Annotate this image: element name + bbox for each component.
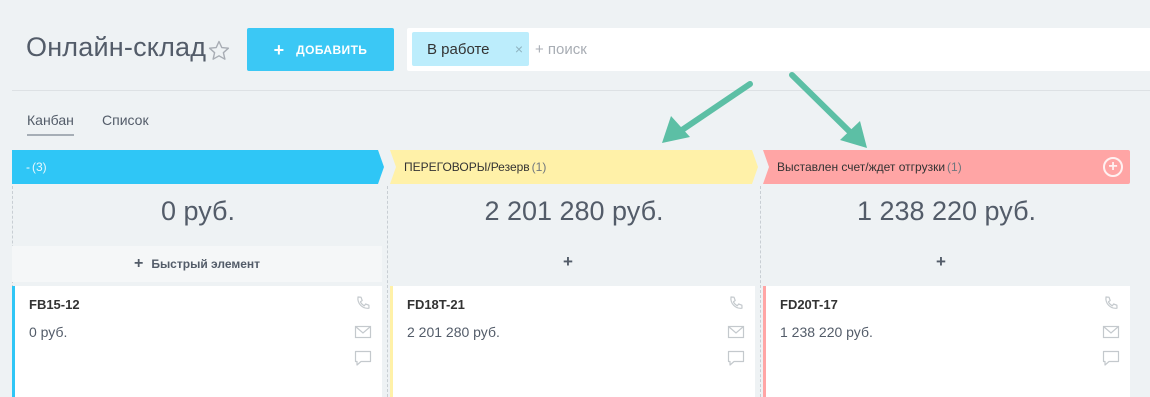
mail-icon[interactable] xyxy=(727,323,745,341)
quick-add-button[interactable]: + Быстрый элемент xyxy=(12,246,382,282)
phone-icon[interactable] xyxy=(1102,295,1120,313)
card-title[interactable]: FB15-12 xyxy=(29,297,80,312)
card-sum: 0 руб. xyxy=(29,324,68,340)
column-header-negotiation[interactable]: ПЕРЕГОВОРЫ/Резерв (1) xyxy=(390,150,758,184)
tab-list[interactable]: Список xyxy=(102,112,149,128)
quick-add-label: Быстрый элемент xyxy=(151,257,261,271)
add-item-button[interactable]: + xyxy=(926,252,956,278)
column-total: 1 238 220 руб. xyxy=(856,196,1037,226)
kanban-card[interactable]: FD20T-17 1 238 220 руб. xyxy=(763,286,1130,397)
filter-tag-label: В работе xyxy=(427,40,490,58)
mail-icon[interactable] xyxy=(354,323,372,341)
arrow-annotation-left xyxy=(662,81,753,143)
phone-icon[interactable] xyxy=(727,295,745,313)
header-divider xyxy=(12,90,1150,91)
column-header-invoiced[interactable]: Выставлен счет/ждет отгрузки (1) + xyxy=(763,150,1130,184)
plus-icon: + xyxy=(273,39,285,60)
column-title: - xyxy=(26,160,30,174)
card-sum: 2 201 280 руб. xyxy=(407,324,500,340)
column-count: (1) xyxy=(947,160,962,174)
add-button[interactable]: + ДОБАВИТЬ xyxy=(247,28,394,71)
page-header: Онлайн-склад + ДОБАВИТЬ В работе × xyxy=(0,0,1150,90)
card-title[interactable]: FD18T-21 xyxy=(407,297,465,312)
search-input[interactable] xyxy=(535,37,935,61)
column-separator xyxy=(760,186,761,397)
card-title[interactable]: FD20T-17 xyxy=(780,297,838,312)
column-count: (1) xyxy=(531,160,547,174)
close-icon[interactable]: × xyxy=(515,41,523,57)
star-icon[interactable] xyxy=(207,39,231,63)
column-separator xyxy=(387,186,388,397)
card-sum: 1 238 220 руб. xyxy=(780,324,873,340)
column-count: (3) xyxy=(32,160,47,174)
column-title: Выставлен счет/ждет отгрузки xyxy=(777,160,946,174)
chat-icon[interactable] xyxy=(354,349,372,367)
filter-search-box[interactable]: В работе × xyxy=(407,28,1150,71)
kanban-card[interactable]: FD18T-21 2 201 280 руб. xyxy=(390,286,755,397)
column-header-new[interactable]: - (3) xyxy=(12,150,384,184)
column-total: 2 201 280 руб. xyxy=(484,196,664,226)
kanban-card[interactable]: FB15-12 0 руб. xyxy=(12,286,382,397)
add-column-icon[interactable]: + xyxy=(1103,157,1123,177)
chat-icon[interactable] xyxy=(727,349,745,367)
chat-icon[interactable] xyxy=(1102,349,1120,367)
add-item-button[interactable]: + xyxy=(553,252,583,278)
page-title: Онлайн-склад xyxy=(26,32,207,62)
filter-tag[interactable]: В работе × xyxy=(412,32,529,66)
phone-icon[interactable] xyxy=(354,295,372,313)
column-total: 0 руб. xyxy=(161,196,235,226)
tab-kanban[interactable]: Канбан xyxy=(27,112,74,136)
column-title: ПЕРЕГОВОРЫ/Резерв xyxy=(404,160,530,174)
add-button-label: ДОБАВИТЬ xyxy=(296,42,368,57)
plus-icon: + xyxy=(133,255,144,272)
mail-icon[interactable] xyxy=(1102,323,1120,341)
